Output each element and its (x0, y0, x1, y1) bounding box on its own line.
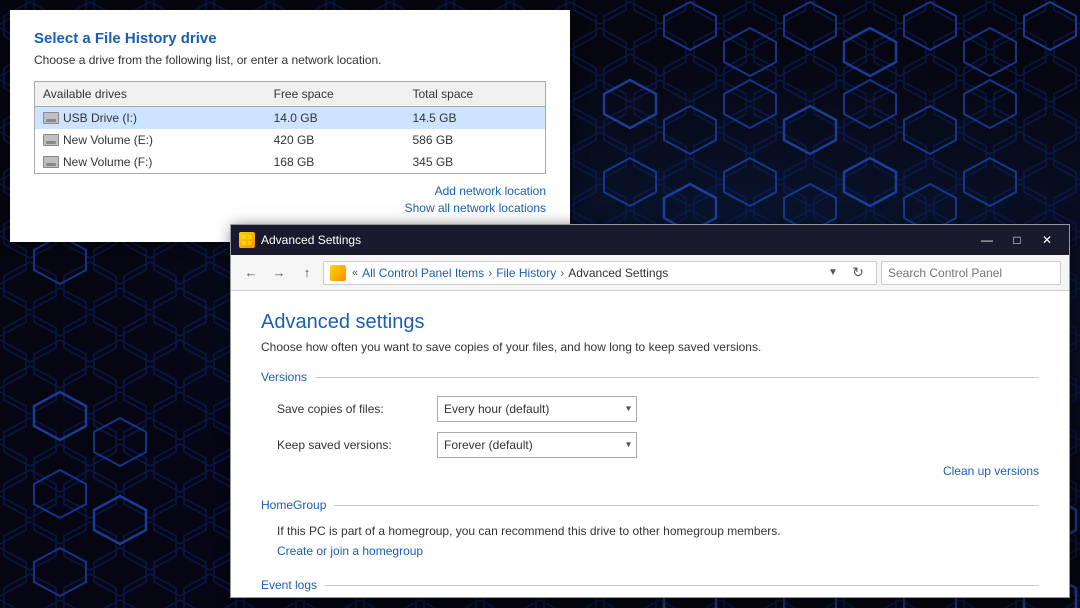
window-title: Advanced Settings (261, 233, 361, 247)
keep-versions-select-wrapper: 1 month 3 months 6 months 9 months 1 yea… (437, 432, 637, 458)
breadcrumb-item-advanced: Advanced Settings (568, 266, 668, 280)
add-network-link[interactable]: Add network location (34, 184, 546, 198)
drive-free: 168 GB (266, 151, 405, 174)
drives-table: Available drives Free space Total space … (34, 81, 546, 174)
drive-dialog-title: Select a File History drive (34, 30, 546, 47)
drive-dialog: Select a File History drive Choose a dri… (10, 10, 570, 242)
keep-versions-row: Keep saved versions: 1 month 3 months 6 … (261, 432, 1039, 458)
event-logs-section: Event logs i Open File History event log… (261, 578, 1039, 597)
breadcrumb-double-arrow: « (352, 267, 358, 279)
drive-total: 14.5 GB (404, 107, 545, 130)
advanced-settings-window: Advanced Settings — □ ✕ ← → ↑ « All Cont… (230, 224, 1070, 598)
event-logs-header: Event logs (261, 578, 1039, 592)
address-bar: ← → ↑ « All Control Panel Items › File H… (231, 255, 1069, 291)
close-button[interactable]: ✕ (1033, 230, 1061, 250)
table-row[interactable]: New Volume (E:) 420 GB 586 GB (35, 129, 546, 151)
drive-icon (43, 156, 59, 168)
dialog-links: Add network location Show all network lo… (34, 184, 546, 215)
drive-icon (43, 112, 59, 124)
event-logs-line (325, 585, 1039, 586)
breadcrumb-item-control-panel[interactable]: All Control Panel Items (362, 266, 484, 280)
homegroup-line (334, 505, 1039, 506)
versions-line (315, 377, 1039, 378)
col-free: Free space (266, 82, 405, 107)
drive-name-cell: New Volume (E:) (35, 129, 266, 151)
drive-name: New Volume (E:) (63, 133, 153, 147)
window-icon (239, 232, 255, 248)
keep-versions-label: Keep saved versions: (277, 438, 437, 452)
page-title: Advanced settings (261, 311, 1039, 334)
show-all-link[interactable]: Show all network locations (34, 201, 546, 215)
drive-name-cell: New Volume (F:) (35, 151, 266, 174)
event-logs-label: Event logs (261, 578, 325, 592)
homegroup-link[interactable]: Create or join a homegroup (261, 544, 1039, 558)
maximize-button[interactable]: □ (1003, 230, 1031, 250)
save-copies-select[interactable]: Every 10 minutes Every 15 minutes Every … (437, 396, 637, 422)
drive-total: 345 GB (404, 151, 545, 174)
table-row[interactable]: New Volume (F:) 168 GB 345 GB (35, 151, 546, 174)
breadcrumb: « All Control Panel Items › File History… (323, 261, 877, 285)
homegroup-section: HomeGroup If this PC is part of a homegr… (261, 498, 1039, 558)
minimize-button[interactable]: — (973, 230, 1001, 250)
drive-name-cell: USB Drive (I:) (35, 107, 266, 130)
homegroup-label: HomeGroup (261, 498, 334, 512)
back-button[interactable]: ← (239, 261, 263, 285)
drive-icon (43, 134, 59, 146)
page-description: Choose how often you want to save copies… (261, 340, 1039, 354)
versions-label: Versions (261, 370, 315, 384)
versions-header: Versions (261, 370, 1039, 384)
versions-section: Versions Save copies of files: Every 10 … (261, 370, 1039, 478)
homegroup-header: HomeGroup (261, 498, 1039, 512)
forward-button[interactable]: → (267, 261, 291, 285)
col-drives: Available drives (35, 82, 266, 107)
adv-content: Advanced settings Choose how often you w… (231, 291, 1069, 597)
title-bar-left: Advanced Settings (239, 232, 361, 248)
search-input[interactable] (881, 261, 1061, 285)
title-bar: Advanced Settings — □ ✕ (231, 225, 1069, 255)
window-controls: — □ ✕ (973, 230, 1061, 250)
drive-name: USB Drive (I:) (63, 111, 137, 125)
save-copies-label: Save copies of files: (277, 402, 437, 416)
breadcrumb-sep-2: › (560, 266, 564, 280)
drive-dialog-subtitle: Choose a drive from the following list, … (34, 53, 546, 67)
keep-versions-select[interactable]: 1 month 3 months 6 months 9 months 1 yea… (437, 432, 637, 458)
breadcrumb-icon (330, 265, 346, 281)
homegroup-link-text: Create or join a homegroup (277, 544, 423, 558)
drive-free: 420 GB (266, 129, 405, 151)
breadcrumb-sep-1: › (488, 266, 492, 280)
clean-up-link[interactable]: Clean up versions (261, 464, 1039, 478)
drive-free: 14.0 GB (266, 107, 405, 130)
breadcrumb-item-file-history[interactable]: File History (496, 266, 556, 280)
up-button[interactable]: ↑ (295, 261, 319, 285)
homegroup-text: If this PC is part of a homegroup, you c… (261, 524, 1039, 538)
refresh-button[interactable]: ↻ (846, 261, 870, 285)
drive-name: New Volume (F:) (63, 155, 152, 169)
save-copies-select-wrapper: Every 10 minutes Every 15 minutes Every … (437, 396, 637, 422)
table-row[interactable]: USB Drive (I:) 14.0 GB 14.5 GB (35, 107, 546, 130)
col-total: Total space (404, 82, 545, 107)
breadcrumb-dropdown-button[interactable]: ▼ (824, 263, 842, 283)
save-copies-row: Save copies of files: Every 10 minutes E… (261, 396, 1039, 422)
drive-total: 586 GB (404, 129, 545, 151)
